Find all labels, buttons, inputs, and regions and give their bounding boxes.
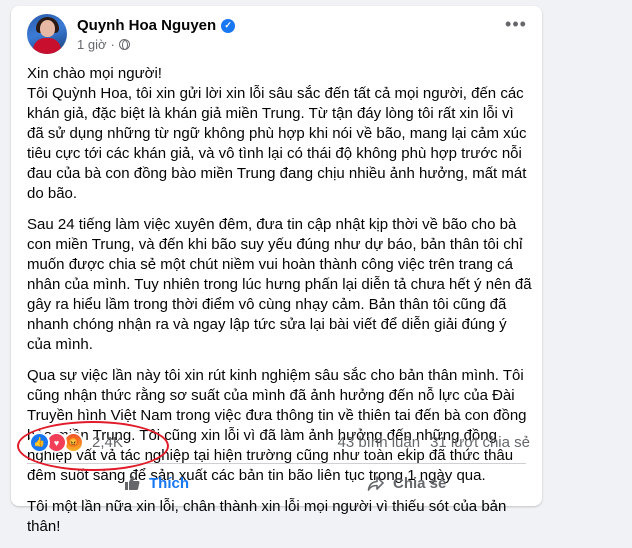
post-meta: 1 giờ · (77, 37, 130, 52)
like-reaction-icon: 👍 (29, 432, 50, 453)
avatar[interactable] (27, 14, 67, 54)
divider (27, 463, 526, 464)
post-stats: 43 bình luận 31 lượt chia sẻ (337, 434, 530, 451)
comment-count[interactable]: 43 bình luận (337, 434, 420, 451)
post-time[interactable]: 1 giờ (77, 37, 107, 52)
globe-icon (118, 39, 130, 50)
verified-badge-icon: ✓ (221, 18, 236, 33)
reactions-summary[interactable]: 👍 ♥ 😡 2,4K (29, 432, 123, 453)
share-count[interactable]: 31 lượt chia sẻ (430, 434, 530, 451)
post-paragraph: Xin chào mọi người! Tôi Quỳnh Hoa, tôi x… (27, 65, 527, 202)
share-button-label: Chia sẻ (393, 474, 447, 492)
share-arrow-icon (367, 476, 384, 491)
share-button[interactable]: Chia sẻ (367, 468, 446, 498)
author-name-row: Quynh Hoa Nguyen ✓ (77, 17, 236, 34)
post-body: Xin chào mọi người! Tôi Quỳnh Hoa, tôi x… (27, 64, 532, 548)
like-button[interactable]: Thích (123, 468, 189, 498)
reaction-count[interactable]: 2,4K (92, 434, 123, 451)
more-options-button[interactable]: ••• (500, 14, 532, 34)
thumbs-up-icon (125, 476, 140, 490)
post-card: ••• Quynh Hoa Nguyen ✓ 1 giờ · Xin chào … (11, 6, 542, 535)
ellipsis-icon: ••• (505, 13, 527, 34)
post-paragraph: Tôi một lần nữa xin lỗi, chân thành xin … (27, 498, 507, 535)
like-button-label: Thích (149, 474, 189, 492)
post-paragraph: Qua sự việc lần này tôi xin rút kinh ngh… (27, 367, 527, 484)
post-paragraph: Sau 24 tiếng làm việc xuyên đêm, đưa tin… (27, 216, 532, 353)
author-name[interactable]: Quynh Hoa Nguyen (77, 17, 216, 34)
